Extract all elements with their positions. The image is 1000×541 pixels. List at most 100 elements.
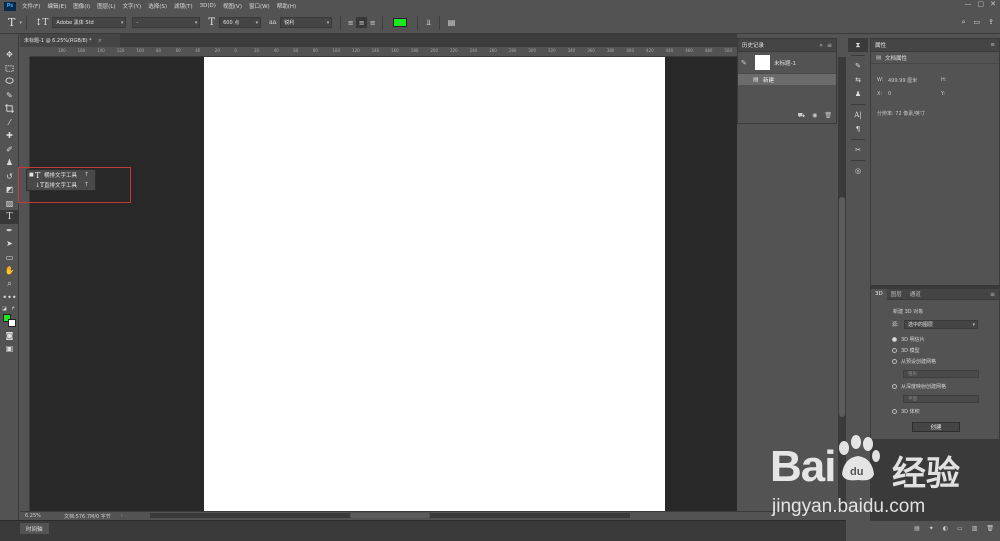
lasso-tool-icon[interactable] (0, 75, 19, 89)
option-mesh-from-depth[interactable]: 从深度映射创建网格 (892, 383, 946, 390)
camera-icon[interactable]: ◉ (812, 112, 817, 120)
screen-mode-icon[interactable]: ▣ (0, 342, 19, 356)
menu-help[interactable]: 帮助(H) (277, 2, 296, 10)
brush-dock-icon[interactable]: ✎ (848, 59, 868, 73)
character-dock-icon[interactable]: A| (848, 108, 868, 122)
menu-3d[interactable]: 3D(D) (200, 3, 216, 9)
close-tab-icon[interactable]: × (98, 38, 102, 44)
history-state[interactable]: ▤ 新建 (738, 74, 836, 85)
path-selection-tool-icon[interactable]: ➤ (0, 237, 19, 251)
menu-image[interactable]: 图像(I) (73, 2, 90, 10)
eyedropper-tool-icon[interactable]: ⁄ (0, 116, 19, 130)
zoom-level[interactable]: 6.25% (20, 513, 48, 519)
option-mesh-from-preset[interactable]: 从预设创建网格 (892, 358, 936, 365)
minimize-icon[interactable]: — (965, 0, 972, 8)
flyout-item-horizontal-type[interactable]: ■ T 横排文字工具 T (27, 170, 95, 180)
adjustments-dock-icon[interactable]: ⇆ (848, 73, 868, 87)
flyout-item-vertical-type[interactable]: ↓T 直排文字工具 T (27, 180, 95, 190)
menu-filter[interactable]: 滤镜(T) (174, 2, 193, 10)
clone-stamp-tool-icon[interactable]: ♟ (0, 156, 19, 170)
menu-window[interactable]: 窗口(W) (249, 2, 270, 10)
tab-3d[interactable]: 3D (871, 288, 887, 300)
font-family-select[interactable]: Adobe 黑体 Std (52, 17, 127, 28)
brush-tool-icon[interactable]: ✐ (0, 143, 19, 157)
preset-field[interactable]: 锥形 (903, 370, 979, 378)
option-3d-model[interactable]: 3D 模型 (892, 347, 920, 354)
search-icon[interactable]: ⌕ (962, 18, 966, 27)
quick-selection-tool-icon[interactable]: ✎ (0, 89, 19, 103)
toggle-orientation-icon[interactable]: ↕T (35, 18, 49, 28)
menu-layer[interactable]: 图层(L) (97, 2, 115, 10)
tab-timeline[interactable]: 时间轴 (20, 523, 49, 534)
clone-source-dock-icon[interactable]: ♟ (848, 87, 868, 101)
antialias-select[interactable]: 锐利 (280, 17, 333, 28)
background-color-swatch[interactable] (8, 318, 16, 327)
healing-brush-tool-icon[interactable]: ✚ (0, 129, 19, 143)
option-3d-volume[interactable]: 3D 体积 (892, 408, 920, 415)
swap-colors-icon[interactable]: ↱ (11, 306, 15, 312)
tools-dock-icon[interactable]: ✂ (848, 143, 868, 157)
panel-menu-icon[interactable]: ≡ (827, 42, 832, 49)
tab-layers[interactable]: 图层 (887, 290, 906, 298)
text-color-swatch[interactable] (393, 18, 408, 27)
menu-edit[interactable]: 编辑(E) (47, 2, 66, 10)
scroll-thumb[interactable] (350, 513, 430, 518)
close-window-icon[interactable]: ✕ (990, 0, 996, 8)
panel-menu-icon[interactable]: ≡ (990, 291, 995, 298)
warp-text-icon[interactable]: ⫫ (426, 18, 431, 28)
type-tool-icon[interactable]: T (0, 210, 19, 224)
history-dock-icon[interactable]: ⧗ (848, 38, 868, 52)
workspace-icon[interactable]: ▭ (974, 18, 981, 27)
align-left-button[interactable]: ≡ (345, 17, 356, 28)
align-center-button[interactable]: ≡ (356, 17, 368, 28)
scroll-thumb[interactable] (839, 197, 845, 417)
depth-field[interactable]: 平面 (903, 395, 979, 403)
hand-tool-icon[interactable]: ✋ (0, 264, 19, 278)
gradient-tool-icon[interactable]: ▨ (0, 197, 19, 211)
menu-type[interactable]: 文字(Y) (123, 2, 142, 10)
width-value[interactable]: 499.99 厘米 (888, 77, 917, 84)
character-panel-icon[interactable]: ▤ (448, 18, 456, 27)
properties-title[interactable]: 属性 (875, 41, 886, 49)
more-tools-icon[interactable]: ••• (0, 291, 19, 305)
shape-tool-icon[interactable]: ▭ (0, 251, 19, 265)
x-value[interactable]: 0 (888, 91, 891, 97)
align-right-button[interactable]: ≡ (367, 17, 378, 28)
option-3d-postcard[interactable]: 3D 明信片 (892, 336, 925, 343)
menu-file[interactable]: 文件(F) (22, 2, 40, 10)
preset-chevron-icon[interactable]: ▾ (19, 20, 22, 26)
eraser-tool-icon[interactable]: ◩ (0, 183, 19, 197)
collapse-icon[interactable]: » (819, 42, 823, 49)
divider (417, 15, 419, 30)
history-brush-source-icon[interactable]: ✎ (741, 59, 751, 67)
move-tool-icon[interactable]: ✥ (0, 48, 19, 62)
new-document-from-state-icon[interactable]: ⛟ (798, 112, 806, 120)
quick-mask-icon[interactable]: ◙ (0, 329, 19, 343)
crop-tool-icon[interactable] (0, 102, 19, 116)
menu-view[interactable]: 视图(V) (223, 2, 242, 10)
horizontal-scrollbar[interactable] (150, 513, 630, 518)
default-colors-icon[interactable]: ◪ (2, 306, 7, 312)
menu-select[interactable]: 选择(S) (148, 2, 167, 10)
share-icon[interactable]: ⇪ (988, 18, 994, 27)
zoom-tool-icon[interactable]: ⌕ (0, 278, 19, 292)
text-tool-preset-icon[interactable]: T (8, 16, 15, 29)
document-canvas[interactable] (204, 57, 665, 511)
history-snapshot[interactable]: ✎ 未标题-1 (738, 52, 836, 74)
3d-dock-icon[interactable]: ◎ (848, 164, 868, 178)
history-brush-tool-icon[interactable]: ↺ (0, 170, 19, 184)
font-size-select[interactable]: 600 点 (219, 17, 262, 28)
history-title[interactable]: 历史记录 (742, 41, 764, 49)
pen-tool-icon[interactable]: ✒ (0, 224, 19, 238)
status-menu-icon[interactable]: › (121, 513, 123, 519)
panel-menu-icon[interactable]: ≡ (990, 42, 995, 48)
trash-icon[interactable]: 🗑 (824, 112, 832, 120)
document-tab[interactable]: 未标题-1 @ 6.25%(RGB/8) * × (20, 34, 120, 47)
menu-bar: Ps 文件(F) 编辑(E) 图像(I) 图层(L) 文字(Y) 选择(S) 滤… (0, 0, 1000, 12)
tab-channels[interactable]: 通道 (906, 290, 925, 298)
maximize-icon[interactable]: ▢ (978, 0, 985, 8)
source-select[interactable]: 选中的图层 (904, 320, 978, 329)
font-style-select[interactable]: - (132, 17, 201, 28)
marquee-tool-icon[interactable] (0, 62, 19, 76)
paragraph-dock-icon[interactable]: ¶ (848, 122, 868, 136)
